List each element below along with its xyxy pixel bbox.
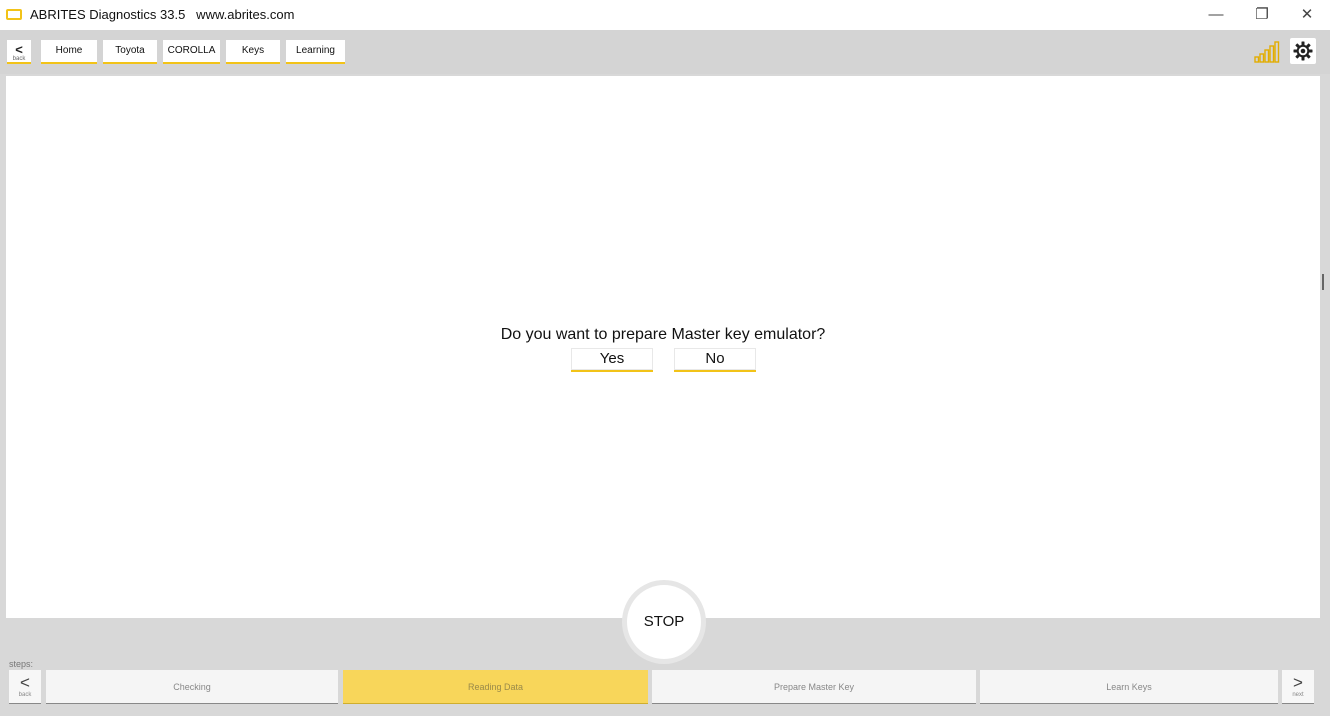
title-bar: ABRITES Diagnostics 33.5 www.abrites.com…: [0, 0, 1330, 30]
step-reading-data: Reading Data: [343, 670, 648, 704]
breadcrumb-corolla[interactable]: COROLLA: [163, 40, 220, 64]
steps-next-button[interactable]: > next: [1282, 670, 1314, 704]
signal-strength-icon: [1254, 41, 1280, 63]
steps-back-label: back: [18, 692, 32, 698]
steps-next-label: next: [1292, 692, 1304, 698]
gear-icon: [1293, 41, 1313, 61]
scrollbar-handle[interactable]: [1322, 274, 1324, 290]
yes-button[interactable]: Yes: [571, 348, 653, 372]
steps-label: steps:: [9, 659, 34, 669]
window-title: ABRITES Diagnostics 33.5 www.abrites.com: [30, 7, 295, 22]
steps-back-button[interactable]: < back: [9, 670, 41, 704]
breadcrumb-keys[interactable]: Keys: [226, 40, 280, 64]
step-learn-keys: Learn Keys: [980, 670, 1278, 704]
top-navigation: < back Home Toyota COROLLA Keys Learning: [0, 30, 1330, 74]
breadcrumb-learning[interactable]: Learning: [286, 40, 345, 64]
stop-button[interactable]: STOP: [627, 585, 701, 659]
abrites-logo-icon: [6, 9, 22, 20]
close-button[interactable]: ✕: [1284, 0, 1330, 30]
breadcrumb-toyota[interactable]: Toyota: [103, 40, 157, 64]
breadcrumb-home[interactable]: Home: [41, 40, 97, 64]
chevron-left-icon: <: [20, 673, 30, 692]
back-label: back: [12, 56, 26, 62]
step-prepare-master-key: Prepare Master Key: [652, 670, 976, 704]
dialog-question: Do you want to prepare Master key emulat…: [500, 326, 826, 343]
main-content: Do you want to prepare Master key emulat…: [6, 76, 1320, 618]
settings-button[interactable]: [1290, 38, 1316, 64]
minimize-button[interactable]: —: [1193, 0, 1239, 30]
no-button[interactable]: No: [674, 348, 756, 372]
restore-button[interactable]: ❐: [1239, 0, 1285, 30]
step-checking: Checking: [46, 670, 338, 704]
back-arrow-icon: <: [15, 42, 23, 57]
nav-back-button[interactable]: < back: [7, 40, 31, 64]
chevron-right-icon: >: [1293, 673, 1303, 692]
